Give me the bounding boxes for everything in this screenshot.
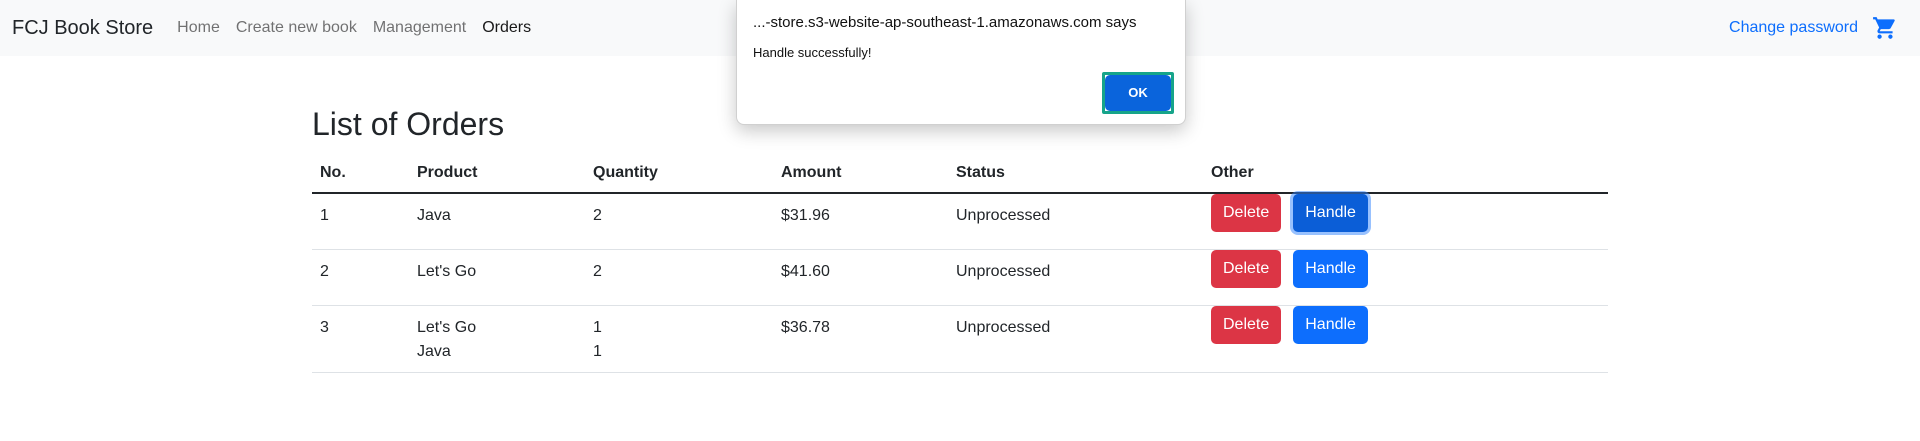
header-no: No. <box>312 154 409 194</box>
order-no: 3 <box>312 305 409 373</box>
orders-container: List of Orders No. Product Quantity Amou… <box>312 104 1608 373</box>
order-status: Unprocessed <box>948 249 1203 306</box>
order-quantities: 1 1 <box>585 305 773 373</box>
order-amount: $36.78 <box>773 305 948 373</box>
dialog-message: Handle successfully! <box>753 45 872 60</box>
table-row: 1 Java 2 $31.96 Unprocessed Delete Handle <box>312 193 1608 250</box>
product-name: Java <box>417 343 451 360</box>
nav-management-link[interactable]: Management <box>365 19 474 37</box>
table-row: 3 Let's Go Java 1 1 $36.78 Unprocessed D… <box>312 305 1608 373</box>
change-password-link[interactable]: Change password <box>1729 19 1858 37</box>
nav-orders-link[interactable]: Orders <box>474 19 539 37</box>
header-product: Product <box>409 154 585 194</box>
delete-button[interactable]: Delete <box>1211 306 1282 344</box>
order-amount: $31.96 <box>773 193 948 250</box>
header-quantity: Quantity <box>585 154 773 194</box>
alert-dialog: ...-store.s3-website-ap-southeast-1.amaz… <box>736 0 1186 125</box>
product-quantity: 1 <box>593 343 602 360</box>
product-name: Java <box>417 207 451 224</box>
product-quantity: 2 <box>593 263 602 280</box>
order-actions: Delete Handle <box>1203 193 1608 250</box>
order-products: Let's Go Java <box>409 305 585 373</box>
handle-button[interactable]: Handle <box>1293 250 1368 288</box>
product-quantity: 1 <box>593 319 602 336</box>
order-actions: Delete Handle <box>1203 305 1608 373</box>
table-header-row: No. Product Quantity Amount Status Other <box>312 154 1608 194</box>
header-status: Status <box>948 154 1203 194</box>
nav-create-book-link[interactable]: Create new book <box>228 19 365 37</box>
shopping-cart-icon[interactable] <box>1872 15 1898 41</box>
product-name: Let's Go <box>417 263 477 280</box>
header-amount: Amount <box>773 154 948 194</box>
header-other: Other <box>1203 154 1608 194</box>
order-amount: $41.60 <box>773 249 948 306</box>
navbar-right: Change password <box>1729 0 1898 56</box>
order-products: Let's Go <box>409 249 585 306</box>
nav-home-link[interactable]: Home <box>169 19 228 37</box>
dialog-title: ...-store.s3-website-ap-southeast-1.amaz… <box>753 14 1137 31</box>
order-status: Unprocessed <box>948 305 1203 373</box>
order-status: Unprocessed <box>948 193 1203 250</box>
handle-button[interactable]: Handle <box>1293 194 1368 232</box>
product-quantity: 2 <box>593 207 602 224</box>
order-quantities: 2 <box>585 249 773 306</box>
ok-button[interactable]: OK <box>1105 75 1171 111</box>
brand-link[interactable]: FCJ Book Store <box>12 17 153 40</box>
order-actions: Delete Handle <box>1203 249 1608 306</box>
product-name: Let's Go <box>417 319 477 336</box>
order-quantities: 2 <box>585 193 773 250</box>
order-no: 2 <box>312 249 409 306</box>
orders-table: No. Product Quantity Amount Status Other… <box>312 154 1608 373</box>
table-row: 2 Let's Go 2 $41.60 Unprocessed Delete Ha… <box>312 249 1608 306</box>
delete-button[interactable]: Delete <box>1211 250 1282 288</box>
delete-button[interactable]: Delete <box>1211 194 1282 232</box>
order-no: 1 <box>312 193 409 250</box>
order-products: Java <box>409 193 585 250</box>
handle-button[interactable]: Handle <box>1293 306 1368 344</box>
